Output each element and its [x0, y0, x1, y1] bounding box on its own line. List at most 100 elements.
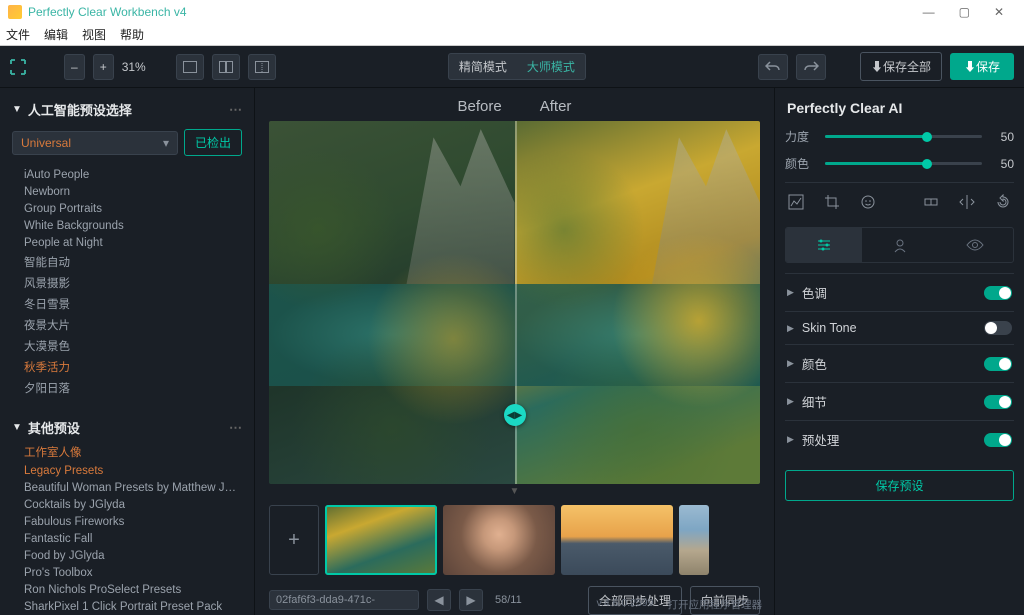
menu-bar: 文件 编辑 视图 帮助: [0, 24, 1024, 46]
redo-button[interactable]: [796, 54, 826, 80]
window-close-button[interactable]: ✕: [982, 5, 1016, 19]
zoom-out-button[interactable]: –: [64, 54, 85, 80]
slider-track[interactable]: [825, 162, 982, 165]
ai-presets-header[interactable]: ▼ 人工智能预设选择 ⋯: [0, 94, 254, 123]
preset-item[interactable]: People at Night: [24, 234, 242, 251]
other-presets-header[interactable]: ▼ 其他预设 ⋯: [0, 412, 254, 441]
section-label: 色调: [802, 283, 984, 302]
preset-item[interactable]: 秋季活力: [24, 356, 242, 377]
window-maximize-button[interactable]: ▢: [947, 5, 982, 19]
add-image-button[interactable]: +: [269, 505, 319, 575]
preset-item[interactable]: Group Portraits: [24, 200, 242, 217]
mode-master-tab[interactable]: 大师模式: [517, 54, 585, 79]
more-icon[interactable]: ⋯: [229, 420, 242, 436]
eye-tab[interactable]: [937, 228, 1013, 262]
preset-item[interactable]: 风景摄影: [24, 272, 242, 293]
preset-item[interactable]: 工作室人像: [24, 441, 242, 462]
detect-button[interactable]: 已检出: [184, 129, 242, 156]
slider-value: 50: [992, 130, 1014, 144]
face-icon[interactable]: [859, 193, 877, 211]
view-overlay-button[interactable]: [248, 54, 276, 80]
view-split-button[interactable]: [212, 54, 240, 80]
save-button[interactable]: ⬇保存: [950, 53, 1014, 80]
thumbnail-3[interactable]: [561, 505, 673, 575]
preset-item[interactable]: SharkPixel 1 Click Portrait Preset Pack: [24, 598, 242, 615]
filmstrip-caret-icon: ▼: [255, 486, 774, 497]
preset-item[interactable]: Cocktails by JGlyda: [24, 496, 242, 513]
flip-icon[interactable]: [958, 193, 976, 211]
accordion-section[interactable]: ▶ 颜色: [785, 344, 1014, 382]
preset-item[interactable]: Legacy Presets: [24, 462, 242, 479]
section-toggle[interactable]: [984, 321, 1012, 335]
slider-row: 颜色 50: [785, 155, 1014, 172]
compare-divider[interactable]: [515, 121, 517, 484]
preset-item[interactable]: Fantastic Fall: [24, 530, 242, 547]
preset-item[interactable]: Fabulous Fireworks: [24, 513, 242, 530]
adjustments-tab[interactable]: [786, 228, 862, 262]
zoom-in-button[interactable]: +: [93, 54, 114, 80]
slider-label: 颜色: [785, 155, 815, 172]
menu-help[interactable]: 帮助: [120, 26, 144, 43]
section-label: Skin Tone: [802, 321, 984, 335]
caret-right-icon: ▶: [787, 396, 794, 407]
portrait-tab[interactable]: [862, 228, 938, 262]
slider-track[interactable]: [825, 135, 982, 138]
section-label: 预处理: [802, 430, 984, 449]
section-label: 颜色: [802, 354, 984, 373]
preset-item[interactable]: Pro's Toolbox: [24, 564, 242, 581]
image-counter: 58/11: [491, 594, 526, 606]
main-area: ▼ 人工智能预设选择 ⋯ Universal ▾ 已检出 iAuto Peopl…: [0, 88, 1024, 615]
preset-item[interactable]: Food by JGlyda: [24, 547, 242, 564]
preset-item[interactable]: 智能自动: [24, 251, 242, 272]
preset-item[interactable]: 大漠景色: [24, 335, 242, 356]
preset-item[interactable]: 夕阳日落: [24, 377, 242, 398]
section-toggle[interactable]: [984, 286, 1012, 300]
section-toggle[interactable]: [984, 357, 1012, 371]
section-toggle[interactable]: [984, 395, 1012, 409]
window-title: Perfectly Clear Workbench v4: [28, 5, 911, 19]
save-preset-button[interactable]: 保存预设: [785, 470, 1014, 501]
open-manager-link[interactable]: 打开应用程序管理器: [668, 597, 763, 612]
slider-thumb[interactable]: [922, 159, 932, 169]
save-all-button[interactable]: ⬇保存全部: [860, 52, 942, 81]
accordion-section[interactable]: ▶ 细节: [785, 382, 1014, 420]
prev-image-button[interactable]: ◀: [427, 589, 451, 611]
crop-icon[interactable]: [823, 193, 841, 211]
before-label: Before: [458, 98, 502, 115]
preset-item[interactable]: Beautiful Woman Presets by Matthew Jorda…: [24, 479, 242, 496]
section-toggle[interactable]: [984, 433, 1012, 447]
window-minimize-button[interactable]: —: [911, 5, 947, 19]
slider-thumb[interactable]: [922, 132, 932, 142]
menu-edit[interactable]: 编辑: [44, 26, 68, 43]
menu-view[interactable]: 视图: [82, 26, 106, 43]
menu-file[interactable]: 文件: [6, 26, 30, 43]
compare-icon[interactable]: [922, 193, 940, 211]
image-compare-area[interactable]: ◀▶: [269, 121, 760, 484]
reset-icon[interactable]: [994, 193, 1012, 211]
compare-slider-handle[interactable]: ◀▶: [504, 404, 526, 426]
preset-item[interactable]: 夜景大片: [24, 314, 242, 335]
thumbnail-1[interactable]: [325, 505, 437, 575]
next-image-button[interactable]: ▶: [459, 589, 483, 611]
thumbnail-4[interactable]: [679, 505, 709, 575]
preset-item[interactable]: 冬日雪景: [24, 293, 242, 314]
crop-target-icon[interactable]: [10, 59, 26, 75]
version-label: v.4.6.0.2599: [596, 597, 653, 612]
thumbnail-2[interactable]: [443, 505, 555, 575]
accordion-section[interactable]: ▶ 预处理: [785, 420, 1014, 458]
preset-dropdown[interactable]: Universal ▾: [12, 131, 178, 155]
histogram-icon[interactable]: [787, 193, 805, 211]
view-single-button[interactable]: [176, 54, 204, 80]
accordion-section[interactable]: ▶ 色调: [785, 273, 1014, 311]
ai-presets-title: 人工智能预设选择: [28, 100, 132, 119]
undo-button[interactable]: [758, 54, 788, 80]
mode-simple-tab[interactable]: 精简模式: [449, 54, 517, 79]
preset-item[interactable]: iAuto People: [24, 166, 242, 183]
preset-item[interactable]: White Backgrounds: [24, 217, 242, 234]
more-icon[interactable]: ⋯: [229, 102, 242, 118]
caret-down-icon: ▼: [12, 104, 22, 115]
accordion-section[interactable]: ▶ Skin Tone: [785, 311, 1014, 344]
preset-item[interactable]: Newborn: [24, 183, 242, 200]
preset-item[interactable]: Ron Nichols ProSelect Presets: [24, 581, 242, 598]
preset-list: iAuto PeopleNewbornGroup PortraitsWhite …: [0, 166, 254, 398]
